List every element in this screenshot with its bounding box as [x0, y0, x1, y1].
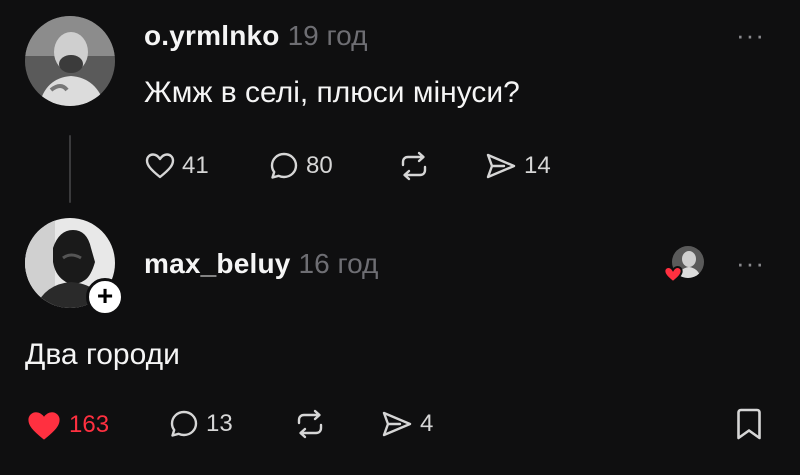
repost-icon	[297, 409, 323, 439]
repost-button[interactable]	[292, 408, 328, 440]
bookmark-icon	[737, 408, 761, 440]
share-count: 4	[420, 410, 434, 437]
heart-icon	[145, 153, 175, 179]
share-icon	[382, 411, 412, 437]
timestamp: 19 год	[287, 20, 368, 51]
like-button[interactable]: 41	[144, 150, 209, 182]
username[interactable]: o.yrmlnko	[144, 20, 280, 51]
more-icon[interactable]: ···	[736, 22, 765, 48]
heart-icon	[663, 265, 683, 284]
like-button[interactable]: 163	[25, 408, 109, 442]
comment-button[interactable]: 80	[268, 150, 333, 182]
comment-button[interactable]: 13	[168, 408, 233, 440]
share-button[interactable]: 4	[380, 408, 433, 440]
repost-icon	[401, 151, 427, 181]
post-header: max_beluy 16 год	[144, 248, 378, 280]
like-count: 41	[182, 152, 209, 179]
like-count: 163	[69, 411, 110, 438]
thread-line	[69, 135, 71, 203]
timestamp: 16 год	[298, 248, 379, 279]
liked-by-indicator[interactable]	[662, 246, 706, 286]
comment-count: 13	[206, 410, 233, 437]
bookmark-button[interactable]	[734, 406, 764, 442]
avatar-photo	[25, 16, 115, 106]
post-header: o.yrmlnko 19 год	[144, 20, 367, 52]
heart-icon	[28, 412, 60, 440]
follow-button[interactable]: +	[86, 278, 124, 316]
comment-icon	[270, 152, 298, 179]
avatar-o-yrmlnko[interactable]	[25, 16, 115, 106]
repost-button[interactable]	[396, 150, 432, 182]
share-icon	[486, 153, 516, 179]
post-text: Жмж в селі, плюси мінуси?	[144, 76, 520, 109]
comment-icon	[170, 410, 198, 437]
username[interactable]: max_beluy	[144, 248, 291, 279]
post-text: Два городи	[25, 338, 180, 371]
share-button[interactable]: 14	[484, 150, 551, 182]
share-count: 14	[524, 152, 551, 179]
more-icon[interactable]: ···	[736, 250, 765, 276]
comment-count: 80	[306, 152, 333, 179]
